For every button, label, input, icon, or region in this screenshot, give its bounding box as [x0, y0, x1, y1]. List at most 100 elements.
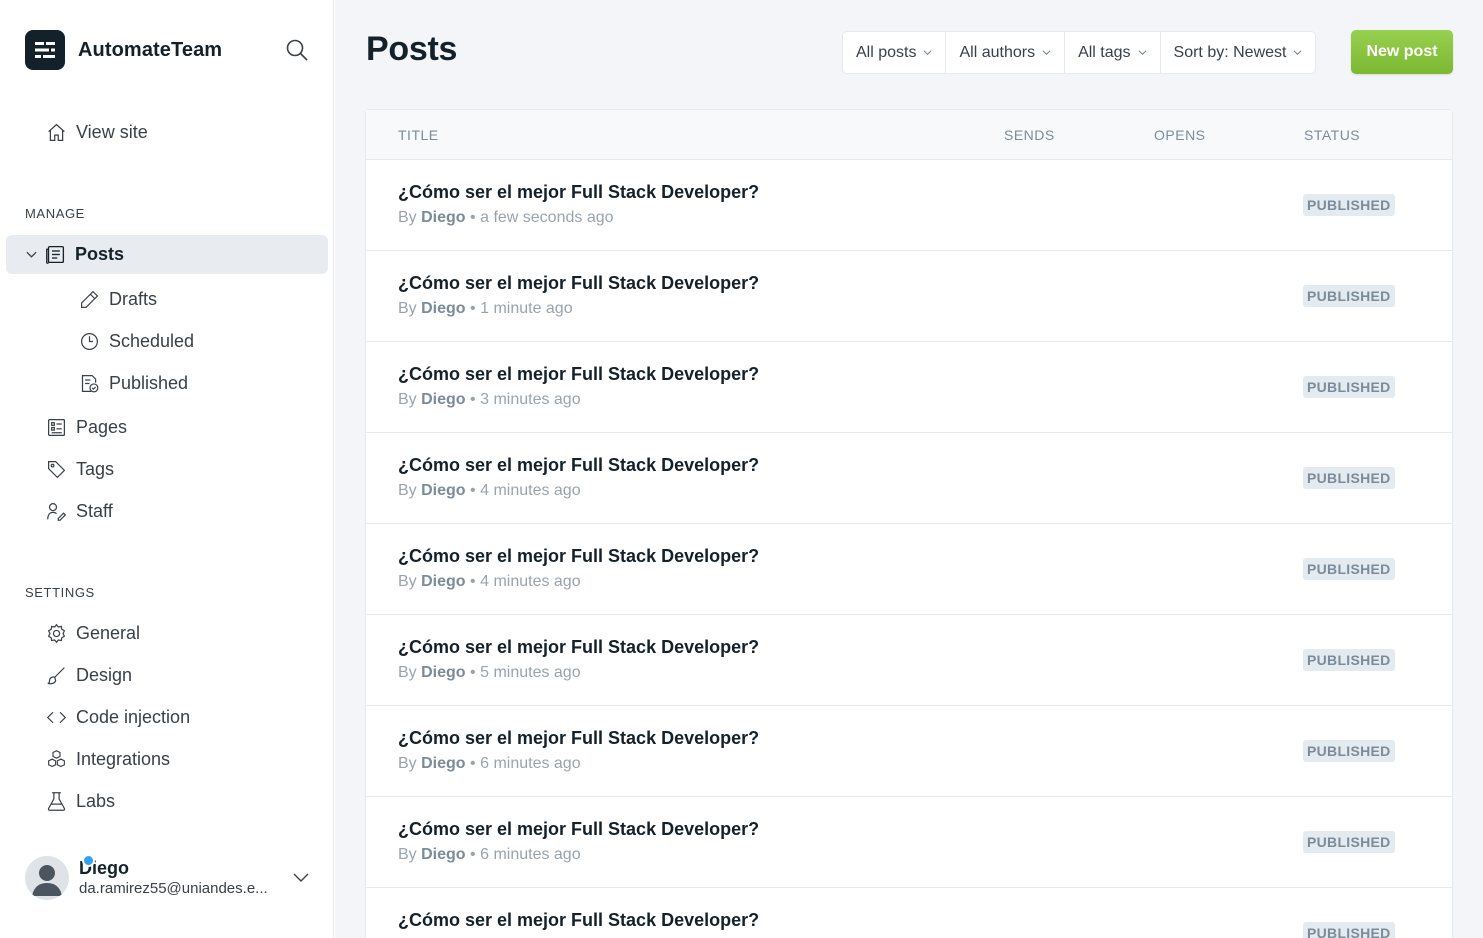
- nav-integrations-label: Integrations: [76, 748, 171, 769]
- chevron-down-icon: [1042, 50, 1051, 56]
- chevron-down-icon: [1293, 50, 1302, 56]
- chevron-down-icon[interactable]: [292, 868, 310, 886]
- filter-authors-label: All authors: [959, 43, 1036, 61]
- table-header: TITLE SENDS OPENS STATUS: [366, 110, 1452, 160]
- meta-separator: •: [470, 209, 476, 226]
- brand-logo: [25, 30, 65, 70]
- search-icon[interactable]: [285, 38, 311, 64]
- post-title[interactable]: ¿Cómo ser el mejor Full Stack Developer?: [398, 455, 759, 476]
- nav-posts[interactable]: Posts: [24, 240, 124, 268]
- table-body: ¿Cómo ser el mejor Full Stack Developer?…: [366, 160, 1452, 938]
- meta-separator: •: [470, 482, 476, 499]
- user-menu[interactable]: Diego da.ramirez55@uniandes.e...: [25, 854, 320, 902]
- status-badge: PUBLISHED: [1303, 467, 1395, 489]
- nav-tags[interactable]: Tags: [45, 455, 114, 483]
- post-time: 3 minutes ago: [480, 391, 581, 408]
- post-meta: By Diego • 3 minutes ago: [398, 391, 581, 409]
- post-title[interactable]: ¿Cómo ser el mejor Full Stack Developer?: [398, 819, 759, 840]
- status-badge: PUBLISHED: [1303, 649, 1395, 671]
- column-title[interactable]: TITLE: [398, 127, 439, 143]
- table-row[interactable]: ¿Cómo ser el mejor Full Stack Developer?…: [366, 706, 1452, 797]
- post-author: Diego: [421, 573, 466, 590]
- gear-icon: [45, 622, 67, 644]
- post-title[interactable]: ¿Cómo ser el mejor Full Stack Developer?: [398, 182, 759, 203]
- nav-integrations[interactable]: Integrations: [45, 745, 170, 773]
- post-title[interactable]: ¿Cómo ser el mejor Full Stack Developer?: [398, 364, 759, 385]
- pages-icon: [45, 416, 67, 438]
- nav-code-injection[interactable]: Code injection: [45, 703, 190, 731]
- post-meta: By Diego • a few seconds ago: [398, 209, 614, 227]
- post-title[interactable]: ¿Cómo ser el mejor Full Stack Developer?: [398, 728, 759, 749]
- post-meta: By Diego • 6 minutes ago: [398, 755, 581, 773]
- column-opens[interactable]: OPENS: [1154, 127, 1206, 143]
- post-time: 6 minutes ago: [480, 755, 581, 772]
- nav-staff[interactable]: Staff: [45, 497, 113, 525]
- status-badge: PUBLISHED: [1303, 194, 1395, 216]
- chevron-down-icon[interactable]: [24, 243, 38, 265]
- table-row[interactable]: ¿Cómo ser el mejor Full Stack Developer?…: [366, 160, 1452, 251]
- nav-view-site[interactable]: View site: [45, 118, 148, 146]
- settings-section-label: SETTINGS: [25, 585, 95, 600]
- post-time: 4 minutes ago: [480, 573, 581, 590]
- clock-icon: [78, 330, 100, 352]
- column-sends[interactable]: SENDS: [1004, 127, 1055, 143]
- nav-staff-label: Staff: [76, 500, 113, 521]
- user-email: da.ramirez55@uniandes.e...: [79, 880, 268, 897]
- table-row[interactable]: ¿Cómo ser el mejor Full Stack Developer?…: [366, 797, 1452, 888]
- nav-tags-label: Tags: [76, 458, 115, 479]
- brand-name: AutomateTeam: [78, 38, 223, 61]
- status-badge: PUBLISHED: [1303, 285, 1395, 307]
- post-author: Diego: [421, 482, 466, 499]
- column-status[interactable]: STATUS: [1304, 127, 1360, 143]
- post-by: By: [398, 846, 417, 863]
- filter-post-type[interactable]: All posts: [843, 32, 947, 73]
- post-by: By: [398, 300, 417, 317]
- post-title[interactable]: ¿Cómo ser el mejor Full Stack Developer?: [398, 910, 759, 931]
- post-time: 4 minutes ago: [480, 482, 581, 499]
- filter-post-type-label: All posts: [856, 43, 917, 61]
- nav-published-label: Published: [109, 372, 189, 393]
- user-name: Diego: [79, 858, 130, 878]
- post-author: Diego: [421, 846, 466, 863]
- nav-pages[interactable]: Pages: [45, 413, 127, 441]
- status-badge: PUBLISHED: [1303, 376, 1395, 398]
- nav-posts-label: Posts: [75, 243, 125, 264]
- post-time: 1 minute ago: [480, 300, 573, 317]
- nav-scheduled[interactable]: Scheduled: [78, 327, 194, 355]
- code-icon: [45, 706, 67, 728]
- post-meta: By Diego • 5 minutes ago: [398, 664, 581, 682]
- table-row[interactable]: ¿Cómo ser el mejor Full Stack Developer?…: [366, 251, 1452, 342]
- nav-labs[interactable]: Labs: [45, 787, 115, 815]
- home-icon: [45, 121, 67, 143]
- meta-separator: •: [470, 664, 476, 681]
- avatar: [25, 856, 69, 900]
- post-author: Diego: [421, 755, 466, 772]
- chevron-down-icon: [1138, 50, 1147, 56]
- post-title[interactable]: ¿Cómo ser el mejor Full Stack Developer?: [398, 273, 759, 294]
- tag-icon: [45, 458, 67, 480]
- nav-design[interactable]: Design: [45, 661, 132, 689]
- post-title[interactable]: ¿Cómo ser el mejor Full Stack Developer?: [398, 546, 759, 567]
- nav-drafts[interactable]: Drafts: [78, 285, 157, 313]
- filter-authors[interactable]: All authors: [946, 32, 1066, 73]
- table-row[interactable]: ¿Cómo ser el mejor Full Stack Developer?…: [366, 888, 1452, 938]
- post-by: By: [398, 391, 417, 408]
- status-badge: PUBLISHED: [1303, 558, 1395, 580]
- main-content: Posts All posts All authors All tags Sor…: [335, 0, 1483, 938]
- meta-separator: •: [470, 300, 476, 317]
- post-title[interactable]: ¿Cómo ser el mejor Full Stack Developer?: [398, 637, 759, 658]
- nav-design-label: Design: [76, 664, 133, 685]
- brand[interactable]: AutomateTeam: [25, 30, 222, 70]
- table-row[interactable]: ¿Cómo ser el mejor Full Stack Developer?…: [366, 433, 1452, 524]
- filter-sort-label: Sort by: Newest: [1173, 43, 1287, 61]
- nav-general[interactable]: General: [45, 619, 140, 647]
- table-row[interactable]: ¿Cómo ser el mejor Full Stack Developer?…: [366, 524, 1452, 615]
- nav-published[interactable]: Published: [78, 369, 188, 397]
- status-badge: PUBLISHED: [1303, 740, 1395, 762]
- filter-sort[interactable]: Sort by: Newest: [1161, 32, 1316, 73]
- filter-tags[interactable]: All tags: [1065, 32, 1161, 73]
- table-row[interactable]: ¿Cómo ser el mejor Full Stack Developer?…: [366, 342, 1452, 433]
- new-post-button[interactable]: New post: [1351, 30, 1453, 74]
- meta-separator: •: [470, 391, 476, 408]
- table-row[interactable]: ¿Cómo ser el mejor Full Stack Developer?…: [366, 615, 1452, 706]
